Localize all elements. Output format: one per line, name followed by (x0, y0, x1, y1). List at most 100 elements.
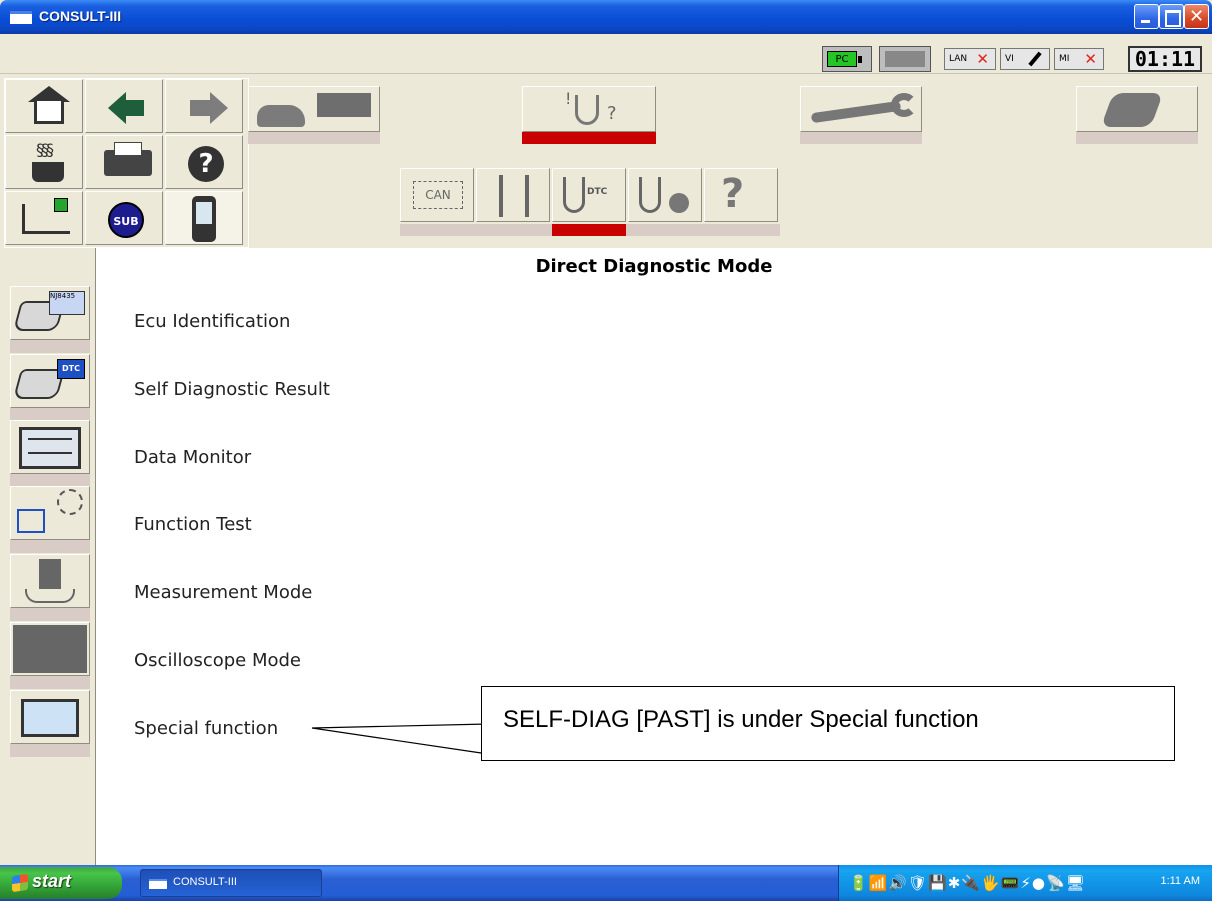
taskbar: start CONSULT-III 🔋📶🔊🛡💾✱🔌🖐📟⚡●📡🖥 1:11 AM (0, 865, 1212, 901)
home-button[interactable] (5, 79, 83, 133)
toolbar-grid: §§§ ? SUB (4, 78, 249, 248)
vehicle-connect-button[interactable] (248, 86, 380, 132)
sidebar-self-diagnostic-result[interactable]: DTC (10, 354, 90, 408)
diagnosis-button[interactable]: ! ? (522, 86, 656, 132)
menu-item-oscilloscope-mode[interactable]: Oscilloscope Mode (134, 650, 301, 671)
special-function-icon (21, 699, 79, 737)
device-button[interactable] (165, 191, 243, 245)
page-title: Direct Diagnostic Mode (535, 256, 773, 277)
window-title: CONSULT-III (39, 8, 122, 24)
tools-indicator (1076, 132, 1198, 144)
lan-label: LAN (949, 54, 968, 64)
wrench-head-icon (891, 93, 917, 117)
exclamation-icon: ! (565, 89, 572, 108)
ecu-stethoscope-icon (639, 177, 661, 213)
repair-indicator (800, 132, 922, 144)
oscilloscope-mode-icon (13, 625, 87, 673)
sidebar-separator (10, 676, 90, 689)
mi-status: MI ✕ (1054, 48, 1104, 70)
probe-base-icon (25, 589, 75, 603)
sidebar-data-monitor[interactable] (10, 420, 90, 474)
taskbar-item-label: CONSULT-III (173, 876, 237, 888)
sub-button[interactable]: SUB (85, 191, 163, 245)
dtc-tab-active-indicator (552, 224, 626, 236)
can-icon: CAN (413, 181, 463, 209)
help-icon: ? (188, 146, 224, 182)
taskbar-item-consult[interactable]: CONSULT-III (140, 869, 322, 897)
callout-text: SELF-DIAG [PAST] is under Special functi… (503, 706, 979, 733)
ecu-icon (669, 193, 689, 213)
vi-status: VI (1000, 48, 1050, 70)
ecu-tab[interactable] (628, 168, 702, 222)
can-tab[interactable]: CAN (400, 168, 474, 222)
sidebar-oscilloscope-mode[interactable] (10, 622, 90, 676)
fan-icon (57, 489, 83, 515)
dtc-stethoscope-icon (563, 177, 585, 213)
tools-icon (1100, 93, 1164, 127)
data-monitor-icon (19, 427, 81, 469)
sidebar-measurement-mode[interactable] (10, 554, 90, 608)
pc-status-label: PC (827, 51, 862, 67)
pc-status: PC (822, 46, 872, 72)
sidebar-separator (10, 340, 90, 353)
title-bar: CONSULT-III ✕ (0, 0, 1212, 34)
sidebar-special-function[interactable] (10, 690, 90, 744)
start-button[interactable]: start (0, 867, 122, 899)
paper-icon (114, 142, 142, 156)
tray-clock: 1:11 AM (1160, 875, 1200, 887)
print-button[interactable] (85, 135, 163, 189)
system-tray: 🔋📶🔊🛡💾✱🔌🖐📟⚡●📡🖥 1:11 AM (838, 865, 1212, 901)
back-arrow-tail (124, 100, 144, 116)
tools-button[interactable] (1076, 86, 1198, 132)
windows-logo-icon (12, 873, 28, 893)
lan-status: LAN ✕ (944, 48, 996, 70)
sub-icon: SUB (108, 202, 144, 238)
tray-icons[interactable]: 🔋📶🔊🛡💾✱🔌🖐📟⚡●📡🖥 (849, 874, 1086, 892)
help-diag-tab[interactable]: ? (704, 168, 778, 222)
flow-tab[interactable] (476, 168, 550, 222)
maximize-button[interactable] (1159, 4, 1184, 29)
repair-wrench-icon (810, 100, 902, 124)
flow-diagram-icon (499, 175, 529, 217)
flowchart-button[interactable] (5, 191, 83, 245)
lan-disconnected-icon: ✕ (976, 50, 989, 68)
help-button[interactable]: ? (165, 135, 243, 189)
vehicle-connect-indicator (248, 132, 380, 144)
menu-item-self-diagnostic-result[interactable]: Self Diagnostic Result (134, 379, 330, 400)
sidebar-function-test[interactable] (10, 486, 90, 540)
close-button[interactable]: ✕ (1184, 4, 1209, 29)
home-icon-body (34, 98, 64, 124)
window-icon (149, 879, 167, 889)
annotation-callout: SELF-DIAG [PAST] is under Special functi… (481, 686, 1175, 761)
sidebar-separator (10, 608, 90, 621)
sidebar: NJ8435 DTC (0, 248, 96, 865)
menu-item-special-function[interactable]: Special function (134, 718, 278, 739)
dtc-tab[interactable]: DTC (552, 168, 626, 222)
menu-item-function-test[interactable]: Function Test (134, 514, 252, 535)
device-screen-icon (196, 202, 212, 224)
start-label: start (32, 871, 72, 891)
close-icon: ✕ (1188, 6, 1205, 27)
menu-item-measurement-mode[interactable]: Measurement Mode (134, 582, 312, 603)
diagnosis-active-indicator (522, 132, 656, 144)
vi-label: VI (1005, 54, 1014, 64)
battery-status (879, 46, 931, 72)
repair-button[interactable] (800, 86, 922, 132)
sub-tab-indicator-right (626, 224, 780, 236)
menu-item-data-monitor[interactable]: Data Monitor (134, 447, 251, 468)
minimize-button[interactable] (1134, 4, 1159, 29)
dtc-label: DTC (587, 187, 608, 197)
forward-arrow-icon (210, 92, 228, 124)
sidebar-separator (10, 744, 90, 757)
diagnosis-icon (575, 95, 599, 125)
sidebar-ecu-identification[interactable]: NJ8435 (10, 286, 90, 340)
sidebar-separator (10, 540, 90, 553)
flowchart-node-icon (54, 198, 68, 212)
ecu-card-icon: NJ8435 (49, 291, 85, 315)
back-button[interactable] (85, 79, 163, 133)
dtc-badge-icon: DTC (57, 359, 85, 379)
break-button[interactable]: §§§ (5, 135, 83, 189)
forward-button[interactable] (165, 79, 243, 133)
vehicle-connect-icon (257, 105, 305, 127)
menu-item-ecu-identification[interactable]: Ecu Identification (134, 311, 290, 332)
